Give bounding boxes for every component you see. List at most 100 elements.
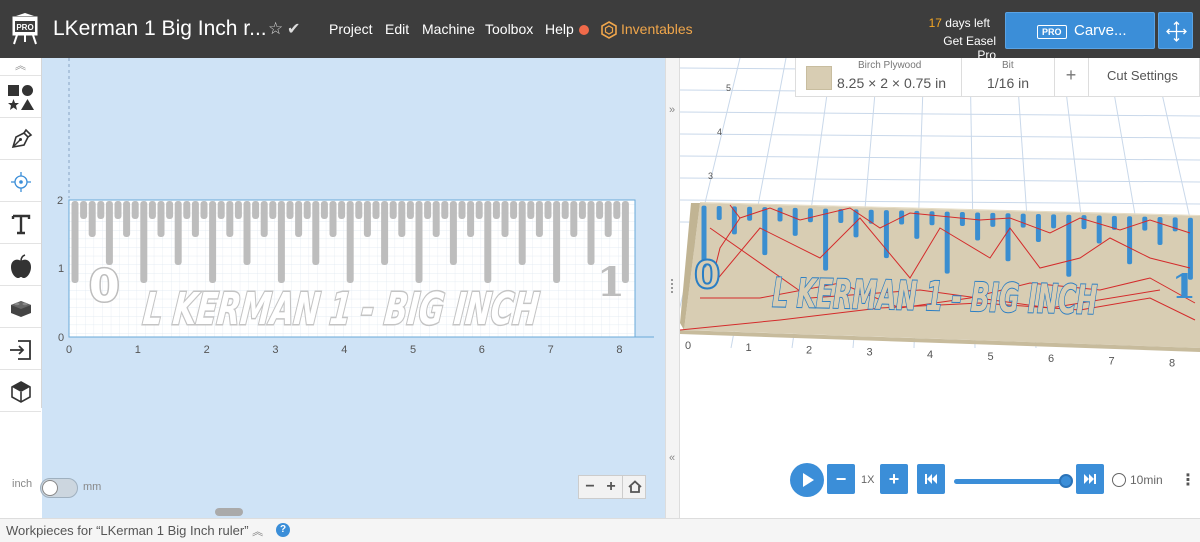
ruler-tick[interactable] [166, 201, 174, 219]
ruler-tick[interactable] [183, 201, 191, 219]
speed-decrease-button[interactable]: − [827, 464, 855, 494]
ruler-tick[interactable] [226, 201, 234, 237]
document-title[interactable]: LKerman 1 Big Inch r... [53, 17, 267, 41]
material-name[interactable]: Birch Plywood [858, 60, 921, 71]
pen-tool[interactable] [0, 119, 41, 160]
ruler-tick[interactable] [71, 201, 79, 283]
ruler-tick[interactable] [191, 201, 199, 237]
workpieces-label[interactable]: Workpieces for “LKerman 1 Big Inch ruler… [6, 523, 263, 539]
ruler-tick[interactable] [200, 201, 208, 219]
ruler-tick[interactable] [587, 201, 595, 265]
ruler-tick[interactable] [157, 201, 165, 237]
expand-right-icon[interactable]: » [669, 104, 675, 116]
ruler-tick[interactable] [501, 201, 509, 237]
ruler-tick[interactable] [406, 201, 414, 219]
ruler-tick[interactable] [398, 201, 406, 237]
easel-logo-icon[interactable]: PRO [8, 12, 42, 46]
ruler-tick[interactable] [372, 201, 380, 219]
expand-left-icon[interactable]: « [669, 452, 675, 464]
shapes-tool[interactable] [0, 77, 41, 118]
ruler-tick[interactable] [88, 201, 96, 237]
ruler-tick[interactable] [243, 201, 251, 265]
ruler-tick[interactable] [441, 201, 449, 219]
ruler-tick[interactable] [553, 201, 561, 283]
design-canvas[interactable]: 2 1 0 0 1 2 3 4 5 6 7 8 0 1 L KERMAN 1 - BIG INC… [42, 58, 705, 536]
menu-edit[interactable]: Edit [385, 21, 409, 37]
ruler-tick[interactable] [363, 201, 371, 237]
ruler-tick[interactable] [217, 201, 225, 219]
ruler-tick[interactable] [424, 201, 432, 219]
progress-slider-handle[interactable] [1059, 474, 1073, 488]
ruler-tick[interactable] [475, 201, 483, 219]
inventables-link[interactable]: Inventables [621, 21, 693, 37]
expand-workpieces-icon[interactable]: ︽ [252, 526, 263, 538]
ruler-tick[interactable] [329, 201, 337, 237]
ruler-tick[interactable] [596, 201, 604, 219]
apps-tool[interactable] [0, 245, 41, 286]
ruler-tick[interactable] [303, 201, 311, 219]
ruler-tick[interactable] [355, 201, 363, 219]
ruler-tick[interactable] [604, 201, 612, 237]
ruler-tick[interactable] [449, 201, 457, 265]
menu-help[interactable]: Help [545, 21, 574, 37]
ruler-tick[interactable] [467, 201, 475, 237]
3d-preview[interactable]: 0 1 L KERMAN 1 - BIG INCH 012345678 5 4 … [680, 58, 1200, 518]
skip-forward-button[interactable] [1076, 464, 1104, 494]
ruler-tick[interactable] [458, 201, 466, 219]
ruler-tick[interactable] [561, 201, 569, 219]
progress-slider[interactable] [954, 479, 1068, 484]
drag-handle[interactable] [671, 279, 675, 293]
ruler-tick[interactable] [174, 201, 182, 265]
import-tool[interactable] [0, 329, 41, 370]
bit-value[interactable]: 1/16 in [987, 75, 1029, 91]
ruler-tick[interactable] [105, 201, 113, 265]
material-dimensions[interactable]: 8.25 × 2 × 0.75 in [837, 75, 946, 91]
ruler-tick[interactable] [510, 201, 518, 219]
ruler-tick[interactable] [295, 201, 303, 237]
ruler-tick[interactable] [415, 201, 423, 283]
speed-increase-button[interactable]: + [880, 464, 908, 494]
rewind-button[interactable] [917, 464, 945, 494]
collapse-toolbar-icon[interactable]: ︽ [0, 58, 41, 76]
horizontal-scrollbar[interactable] [215, 508, 243, 516]
ruler-tick[interactable] [518, 201, 526, 265]
ruler-tick[interactable] [432, 201, 440, 237]
unit-toggle-switch[interactable] [40, 478, 78, 498]
ruler-tick[interactable] [114, 201, 122, 219]
star-icon[interactable]: ☆ [268, 19, 283, 39]
ruler-tick[interactable] [389, 201, 397, 219]
ruler-tick[interactable] [320, 201, 328, 219]
parts-tool[interactable] [0, 287, 41, 328]
ruler-tick[interactable] [544, 201, 552, 219]
ruler-tick[interactable] [527, 201, 535, 219]
3d-tool[interactable] [0, 371, 41, 412]
ruler-tick[interactable] [578, 201, 586, 219]
ruler-tick[interactable] [269, 201, 277, 219]
help-icon[interactable]: ? [276, 523, 290, 537]
ruler-tick[interactable] [131, 201, 139, 219]
text-tool[interactable] [0, 203, 41, 244]
ruler-tick[interactable] [484, 201, 492, 283]
ruler-tick[interactable] [613, 201, 621, 219]
ruler-tick[interactable] [234, 201, 242, 219]
ruler-tick[interactable] [209, 201, 217, 283]
ruler-title-text[interactable]: L KERMAN 1 - BIG INCH [139, 283, 542, 337]
zoom-in-button[interactable]: + [600, 476, 622, 498]
play-button[interactable] [790, 463, 824, 497]
ruler-tick[interactable] [286, 201, 294, 219]
cut-settings-button[interactable]: Cut Settings [1107, 68, 1178, 83]
ruler-tick[interactable] [148, 201, 156, 219]
target-tool[interactable] [0, 161, 41, 202]
menu-machine[interactable]: Machine [422, 21, 475, 37]
material-swatch[interactable] [806, 66, 832, 90]
home-button[interactable] [624, 476, 646, 498]
ruler-tick[interactable] [252, 201, 260, 219]
add-bit-button[interactable]: + [1061, 65, 1081, 86]
ruler-tick[interactable] [535, 201, 543, 237]
ruler-tick[interactable] [277, 201, 285, 283]
ruler-tick[interactable] [381, 201, 389, 265]
ruler-tick[interactable] [80, 201, 88, 219]
ruler-tick[interactable] [312, 201, 320, 265]
zoom-out-button[interactable]: − [579, 476, 601, 498]
more-options-icon[interactable]: ⋮ [1180, 470, 1196, 490]
